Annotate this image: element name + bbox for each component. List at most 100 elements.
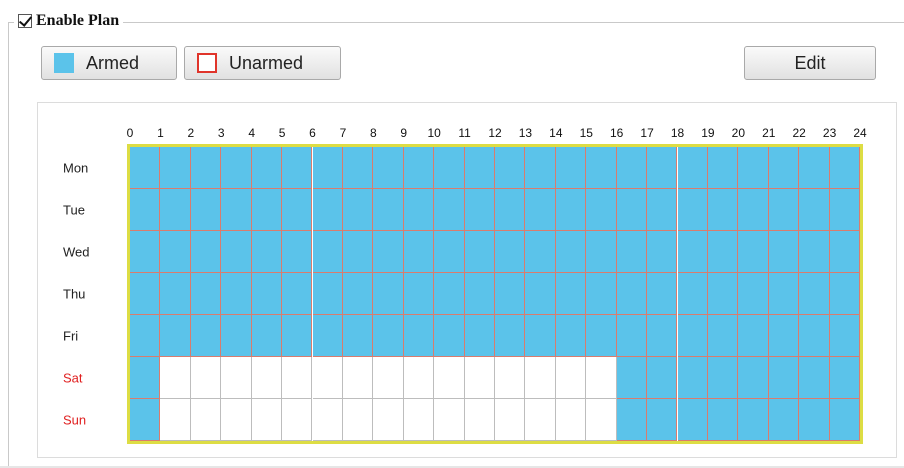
schedule-cell[interactable]	[555, 231, 587, 273]
schedule-cell[interactable]	[677, 315, 708, 357]
schedule-cell[interactable]	[555, 273, 587, 315]
schedule-cell[interactable]	[616, 273, 648, 315]
schedule-cell[interactable]	[525, 273, 556, 315]
schedule-cell[interactable]	[221, 231, 252, 273]
schedule-cell[interactable]	[768, 357, 800, 399]
schedule-cell[interactable]	[373, 231, 404, 273]
schedule-cell[interactable]	[555, 315, 587, 357]
schedule-cell[interactable]	[403, 231, 435, 273]
schedule-cell[interactable]	[464, 399, 495, 441]
schedule-cell[interactable]	[160, 273, 191, 315]
schedule-cell[interactable]	[190, 231, 222, 273]
schedule-cell[interactable]	[342, 231, 374, 273]
schedule-cell[interactable]	[647, 315, 678, 357]
schedule-cell[interactable]	[251, 189, 283, 231]
schedule-cell[interactable]	[616, 189, 648, 231]
schedule-cell[interactable]	[190, 399, 222, 441]
schedule-cell[interactable]	[312, 231, 343, 273]
schedule-cell[interactable]	[738, 315, 769, 357]
schedule-cell[interactable]	[221, 147, 252, 189]
schedule-cell[interactable]	[495, 357, 526, 399]
schedule-cell[interactable]	[495, 231, 526, 273]
schedule-cell[interactable]	[586, 399, 617, 441]
schedule-cell[interactable]	[555, 147, 587, 189]
schedule-cell[interactable]	[160, 147, 191, 189]
schedule-cell[interactable]	[403, 399, 435, 441]
armed-button[interactable]: Armed	[41, 46, 177, 80]
schedule-cell[interactable]	[464, 357, 495, 399]
schedule-cell[interactable]	[190, 315, 222, 357]
schedule-cell[interactable]	[464, 147, 495, 189]
schedule-cell[interactable]	[434, 399, 465, 441]
schedule-cell[interactable]	[586, 357, 617, 399]
schedule-cell[interactable]	[221, 189, 252, 231]
schedule-cell[interactable]	[434, 147, 465, 189]
edit-button[interactable]: Edit	[744, 46, 876, 80]
schedule-cell[interactable]	[130, 399, 161, 441]
schedule-cell[interactable]	[403, 189, 435, 231]
schedule-cell[interactable]	[768, 147, 800, 189]
schedule-cell[interactable]	[221, 315, 252, 357]
schedule-cell[interactable]	[555, 189, 587, 231]
schedule-cell[interactable]	[677, 147, 708, 189]
schedule-cell[interactable]	[282, 231, 313, 273]
schedule-cell[interactable]	[495, 147, 526, 189]
schedule-cell[interactable]	[251, 273, 283, 315]
schedule-cell[interactable]	[130, 357, 161, 399]
schedule-cell[interactable]	[768, 231, 800, 273]
schedule-cell[interactable]	[312, 315, 343, 357]
schedule-cell[interactable]	[221, 357, 252, 399]
schedule-cell[interactable]	[768, 399, 800, 441]
schedule-cell[interactable]	[707, 357, 739, 399]
schedule-cell[interactable]	[555, 357, 587, 399]
schedule-cell[interactable]	[829, 273, 860, 315]
schedule-cell[interactable]	[525, 231, 556, 273]
schedule-cell[interactable]	[434, 231, 465, 273]
schedule-cell[interactable]	[190, 189, 222, 231]
schedule-cell[interactable]	[768, 273, 800, 315]
schedule-cell[interactable]	[130, 315, 161, 357]
schedule-cell[interactable]	[586, 315, 617, 357]
schedule-cell[interactable]	[403, 357, 435, 399]
schedule-cell[interactable]	[616, 231, 648, 273]
schedule-cell[interactable]	[586, 147, 617, 189]
schedule-cell[interactable]	[586, 189, 617, 231]
schedule-cell[interactable]	[616, 315, 648, 357]
schedule-cell[interactable]	[768, 315, 800, 357]
schedule-cell[interactable]	[130, 231, 161, 273]
schedule-cell[interactable]	[799, 357, 830, 399]
schedule-cell[interactable]	[677, 357, 708, 399]
schedule-cell[interactable]	[799, 231, 830, 273]
schedule-cell[interactable]	[738, 189, 769, 231]
schedule-cell[interactable]	[282, 399, 313, 441]
schedule-cell[interactable]	[342, 147, 374, 189]
schedule-cell[interactable]	[525, 357, 556, 399]
schedule-cell[interactable]	[130, 273, 161, 315]
schedule-cell[interactable]	[677, 399, 708, 441]
schedule-cell[interactable]	[707, 189, 739, 231]
schedule-cell[interactable]	[342, 399, 374, 441]
schedule-cell[interactable]	[160, 231, 191, 273]
schedule-cell[interactable]	[677, 231, 708, 273]
schedule-cell[interactable]	[434, 315, 465, 357]
schedule-cell[interactable]	[342, 189, 374, 231]
schedule-cell[interactable]	[738, 147, 769, 189]
schedule-cell[interactable]	[312, 357, 343, 399]
schedule-cell[interactable]	[251, 357, 283, 399]
schedule-cell[interactable]	[434, 273, 465, 315]
schedule-cell[interactable]	[464, 315, 495, 357]
schedule-cell[interactable]	[312, 273, 343, 315]
schedule-cell[interactable]	[525, 315, 556, 357]
schedule-cell[interactable]	[799, 147, 830, 189]
schedule-cell[interactable]	[434, 357, 465, 399]
schedule-cell[interactable]	[616, 399, 648, 441]
schedule-cell[interactable]	[282, 357, 313, 399]
schedule-cell[interactable]	[525, 189, 556, 231]
schedule-cell[interactable]	[312, 399, 343, 441]
schedule-cell[interactable]	[160, 315, 191, 357]
schedule-cell[interactable]	[647, 231, 678, 273]
schedule-cell[interactable]	[342, 315, 374, 357]
schedule-cell[interactable]	[707, 273, 739, 315]
schedule-cell[interactable]	[373, 399, 404, 441]
schedule-cell[interactable]	[251, 399, 283, 441]
